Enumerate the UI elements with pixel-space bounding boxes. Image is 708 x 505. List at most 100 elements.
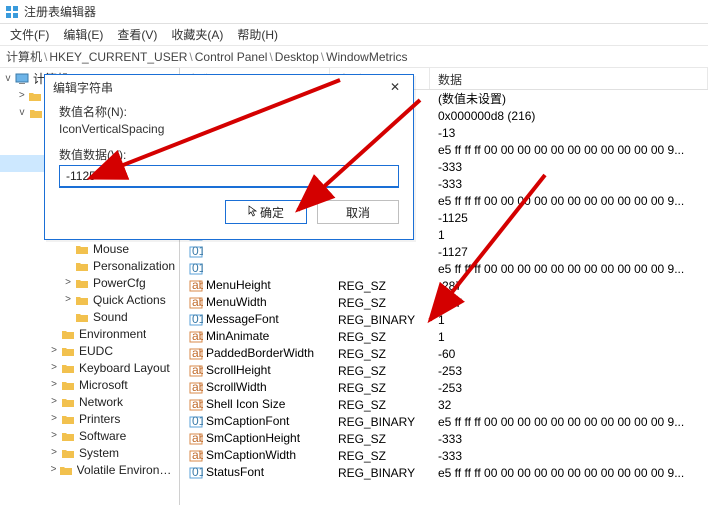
expander-icon[interactable]: > bbox=[62, 294, 74, 305]
list-row[interactable]: abScrollWidthREG_SZ-253 bbox=[180, 379, 708, 396]
list-row[interactable]: abMinAnimateREG_SZ1 bbox=[180, 328, 708, 345]
menu-favorites[interactable]: 收藏夹(A) bbox=[165, 24, 229, 45]
tree-label: PowerCfg bbox=[93, 276, 146, 290]
svg-text:01: 01 bbox=[192, 314, 203, 326]
menu-edit[interactable]: 编辑(E) bbox=[57, 24, 109, 45]
list-row[interactable]: abSmCaptionHeightREG_SZ-333 bbox=[180, 430, 708, 447]
menu-help[interactable]: 帮助(H) bbox=[231, 24, 284, 45]
cancel-label: 取消 bbox=[346, 204, 370, 221]
folder-icon bbox=[74, 293, 90, 307]
folder-icon bbox=[60, 395, 76, 409]
tree-item[interactable]: >Printers bbox=[0, 410, 179, 427]
tree-item[interactable]: >Quick Actions bbox=[0, 291, 179, 308]
tree-item[interactable]: >EUDC bbox=[0, 342, 179, 359]
folder-icon bbox=[28, 89, 43, 103]
value-data: -13 bbox=[430, 126, 708, 140]
col-data[interactable]: 数据 bbox=[430, 68, 708, 89]
tree-item[interactable]: Sound bbox=[0, 308, 179, 325]
tree-item[interactable]: >Volatile Environment bbox=[0, 461, 179, 478]
value-name: SmCaptionFont bbox=[206, 414, 289, 428]
expander-icon[interactable]: > bbox=[48, 345, 60, 356]
edit-string-dialog: 编辑字符串 ✕ 数值名称(N): IconVerticalSpacing 数值数… bbox=[44, 74, 414, 240]
expander-icon[interactable]: v bbox=[2, 73, 14, 84]
value-data: -253 bbox=[430, 364, 708, 378]
value-type: REG_SZ bbox=[330, 449, 430, 463]
expander-icon[interactable]: > bbox=[48, 396, 60, 407]
ok-button[interactable]: 确定 bbox=[225, 200, 307, 224]
value-data: -1127 bbox=[430, 245, 708, 259]
folder-icon bbox=[60, 327, 76, 341]
list-row[interactable]: 01e5 ff ff ff 00 00 00 00 00 00 00 00 00… bbox=[180, 260, 708, 277]
svg-text:ab: ab bbox=[192, 365, 203, 377]
tree-item[interactable]: > Keyboard Layout bbox=[0, 359, 179, 376]
dialog-titlebar[interactable]: 编辑字符串 ✕ bbox=[45, 75, 413, 99]
value-data: -333 bbox=[430, 449, 708, 463]
list-row[interactable]: abScrollHeightREG_SZ-253 bbox=[180, 362, 708, 379]
list-row[interactable]: 01SmCaptionFontREG_BINARYe5 ff ff ff 00 … bbox=[180, 413, 708, 430]
folder-icon bbox=[74, 310, 90, 324]
tree-label: Keyboard Layout bbox=[79, 361, 170, 375]
list-row[interactable]: abSmCaptionWidthREG_SZ-333 bbox=[180, 447, 708, 464]
menu-file[interactable]: 文件(F) bbox=[4, 24, 55, 45]
folder-icon bbox=[60, 344, 76, 358]
tree-label: Mouse bbox=[93, 242, 129, 256]
svg-text:01: 01 bbox=[192, 246, 203, 258]
expander-icon[interactable]: > bbox=[48, 430, 60, 441]
folder-icon bbox=[28, 106, 44, 120]
cancel-button[interactable]: 取消 bbox=[317, 200, 399, 224]
expander-icon[interactable]: > bbox=[48, 413, 60, 424]
tree-item[interactable]: Environment bbox=[0, 325, 179, 342]
breadcrumb-part: WindowMetrics bbox=[326, 50, 407, 64]
svg-text:ab: ab bbox=[192, 331, 203, 343]
menu-view[interactable]: 查看(V) bbox=[111, 24, 163, 45]
expander-icon[interactable]: > bbox=[48, 362, 60, 373]
value-data: -287 bbox=[430, 296, 708, 310]
value-data: -1125 bbox=[430, 211, 708, 225]
list-row[interactable]: abShell Icon SizeREG_SZ32 bbox=[180, 396, 708, 413]
value-type: REG_SZ bbox=[330, 432, 430, 446]
value-type: REG_SZ bbox=[330, 330, 430, 344]
address-bar[interactable]: 计算机\ HKEY_CURRENT_USER\ Control Panel\ D… bbox=[0, 46, 708, 68]
list-row[interactable]: abMenuHeightREG_SZ-287 bbox=[180, 277, 708, 294]
expander-icon[interactable]: > bbox=[48, 447, 60, 458]
value-data: 1 bbox=[430, 313, 708, 327]
value-type-icon: ab bbox=[188, 296, 204, 310]
value-type-icon: ab bbox=[188, 449, 204, 463]
list-row[interactable]: abPaddedBorderWidthREG_SZ-60 bbox=[180, 345, 708, 362]
value-type: REG_SZ bbox=[330, 381, 430, 395]
tree-item[interactable]: > Software bbox=[0, 427, 179, 444]
svg-text:01: 01 bbox=[192, 467, 203, 479]
list-row[interactable]: 01 -1127 bbox=[180, 243, 708, 260]
tree-label: System bbox=[79, 446, 119, 460]
list-row[interactable]: 01StatusFontREG_BINARYe5 ff ff ff 00 00 … bbox=[180, 464, 708, 481]
value-name: MenuHeight bbox=[206, 278, 271, 292]
value-name: ScrollHeight bbox=[206, 363, 271, 377]
value-type-icon: ab bbox=[188, 279, 204, 293]
list-row[interactable]: abMenuWidthREG_SZ-287 bbox=[180, 294, 708, 311]
expander-icon[interactable]: > bbox=[48, 464, 59, 475]
tree-item[interactable]: >Microsoft bbox=[0, 376, 179, 393]
tree-item[interactable]: Personalization bbox=[0, 257, 179, 274]
tree-label: Software bbox=[79, 429, 126, 443]
svg-text:01: 01 bbox=[192, 263, 203, 275]
svg-text:ab: ab bbox=[192, 280, 203, 292]
data-input[interactable] bbox=[59, 165, 399, 187]
folder-icon bbox=[60, 361, 76, 375]
folder-icon bbox=[59, 463, 74, 477]
expander-icon[interactable]: > bbox=[62, 277, 74, 288]
tree-item[interactable]: > System bbox=[0, 444, 179, 461]
expander-icon[interactable]: v bbox=[16, 107, 28, 118]
value-type: REG_SZ bbox=[330, 279, 430, 293]
value-type: REG_SZ bbox=[330, 296, 430, 310]
tree-item[interactable]: >Network bbox=[0, 393, 179, 410]
expander-icon[interactable]: > bbox=[48, 379, 60, 390]
close-icon[interactable]: ✕ bbox=[385, 80, 405, 94]
tree-item[interactable]: > PowerCfg bbox=[0, 274, 179, 291]
list-row[interactable]: 01MessageFontREG_BINARY1 bbox=[180, 311, 708, 328]
cursor-icon bbox=[248, 205, 258, 220]
tree-label: Personalization bbox=[93, 259, 175, 273]
tree-item[interactable]: Mouse bbox=[0, 240, 179, 257]
name-label: 数值名称(N): bbox=[59, 103, 399, 120]
expander-icon[interactable]: > bbox=[16, 90, 28, 101]
breadcrumb-part: Desktop bbox=[275, 50, 319, 64]
